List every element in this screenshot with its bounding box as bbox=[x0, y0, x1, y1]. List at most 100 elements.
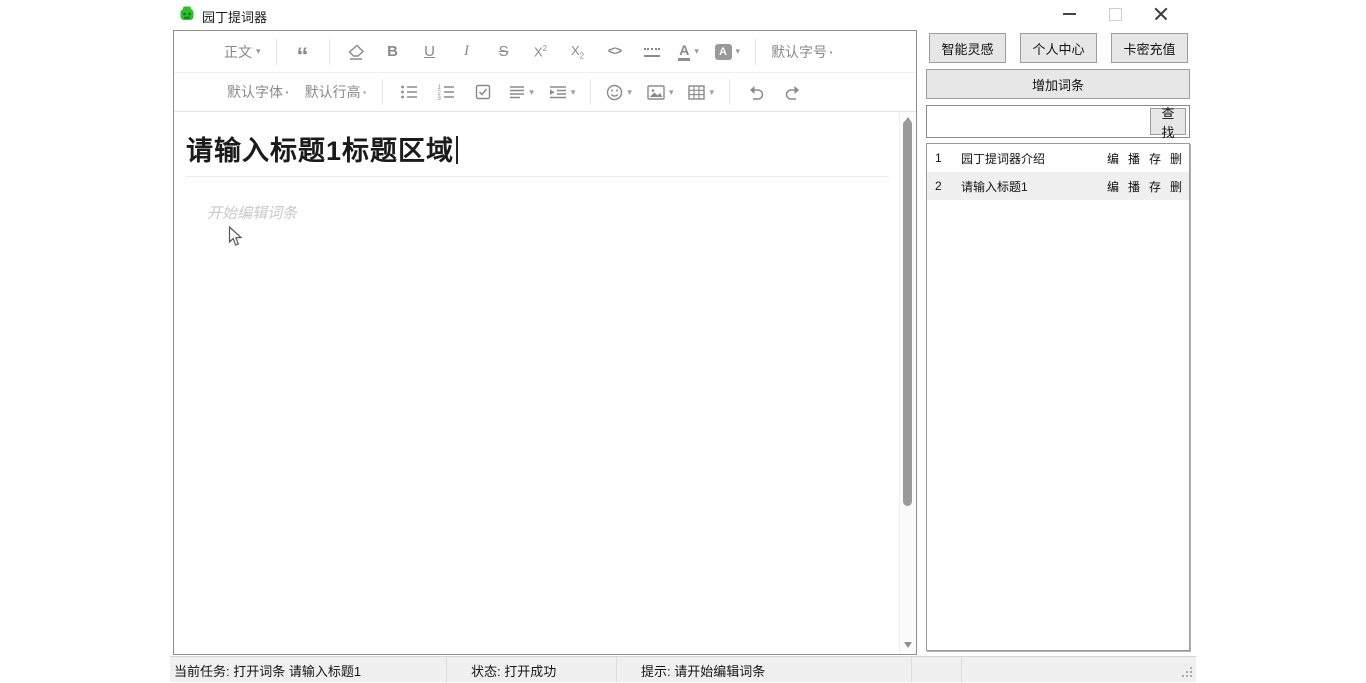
add-entry-button[interactable]: 增加词条 bbox=[926, 69, 1190, 99]
task-list-button[interactable] bbox=[472, 79, 494, 105]
entry-row-1[interactable]: 1 园丁提词器介绍 编 播 存 删 bbox=[927, 144, 1189, 172]
superscript-icon: X2 bbox=[534, 44, 547, 59]
emoji-dropdown[interactable]: ▾ bbox=[606, 79, 632, 105]
save-action[interactable]: 存 bbox=[1149, 150, 1161, 167]
strikethrough-icon: S bbox=[499, 43, 509, 60]
align-icon bbox=[509, 85, 525, 99]
emoji-icon bbox=[606, 84, 623, 101]
play-action[interactable]: 播 bbox=[1128, 178, 1140, 195]
bold-button[interactable]: B bbox=[382, 39, 404, 65]
window-title: 园丁提词器 bbox=[202, 7, 267, 26]
clear-format-button[interactable] bbox=[345, 39, 367, 65]
smart-inspiration-button[interactable]: 智能灵感 bbox=[929, 33, 1006, 63]
checkbox-icon bbox=[475, 84, 491, 100]
indent-dropdown[interactable]: ▾ bbox=[549, 79, 576, 105]
ordered-list-button[interactable]: 123 bbox=[435, 79, 457, 105]
redo-icon bbox=[784, 84, 802, 100]
italic-icon: I bbox=[464, 43, 469, 60]
paragraph-style-dropdown[interactable]: 正文 ▾ bbox=[224, 39, 261, 65]
minimize-button[interactable] bbox=[1046, 1, 1092, 27]
table-dropdown[interactable]: ▾ bbox=[688, 79, 714, 105]
status-current-task: 当前任务: 打开词条 请输入标题1 bbox=[170, 657, 447, 682]
status-hint: 提示: 请开始编辑词条 bbox=[617, 657, 912, 682]
find-button[interactable]: 查找 bbox=[1150, 108, 1186, 135]
delete-action[interactable]: 删 bbox=[1170, 178, 1182, 195]
eraser-icon bbox=[347, 44, 365, 60]
underline-icon: U bbox=[424, 43, 435, 60]
chevron-down-icon: ▾ bbox=[627, 87, 632, 98]
personal-center-button[interactable]: 个人中心 bbox=[1020, 33, 1097, 63]
blockquote-button[interactable]: “ bbox=[292, 34, 314, 70]
subscript-icon: X2 bbox=[571, 43, 584, 61]
app-window: 园丁提词器 正文 ▾ “ bbox=[170, 0, 1196, 683]
subscript-button[interactable]: X2 bbox=[567, 39, 589, 65]
entry-index: 2 bbox=[927, 179, 955, 193]
sidebar: 智能灵感 个人中心 卡密充值 增加词条 查找 1 园丁提词器介绍 编 播 存 删… bbox=[925, 30, 1191, 655]
resize-grip[interactable] bbox=[1190, 675, 1192, 677]
redo-button[interactable] bbox=[782, 79, 804, 105]
edit-action[interactable]: 编 bbox=[1107, 150, 1119, 167]
bold-icon: B bbox=[387, 43, 398, 60]
image-dropdown[interactable]: ▾ bbox=[647, 79, 674, 105]
indent-icon bbox=[549, 85, 567, 99]
italic-button[interactable]: I bbox=[456, 39, 478, 65]
play-action[interactable]: 播 bbox=[1128, 150, 1140, 167]
underline-button[interactable]: U bbox=[419, 39, 441, 65]
background-color-dropdown[interactable]: A ▾ bbox=[715, 39, 741, 65]
search-input[interactable] bbox=[927, 106, 1145, 137]
toolbar-separator bbox=[276, 39, 277, 65]
title-divider bbox=[186, 176, 889, 177]
chevron-down-icon: ▾ bbox=[736, 46, 741, 57]
minimize-icon bbox=[1063, 13, 1076, 15]
close-icon bbox=[1154, 7, 1168, 21]
code-button[interactable]: <> bbox=[604, 39, 626, 65]
blockquote-icon: “ bbox=[297, 52, 309, 62]
entry-title: 请输入标题1 bbox=[955, 178, 1107, 195]
chevron-down-icon: ▾ bbox=[709, 87, 714, 98]
background-color-icon: A bbox=[715, 44, 732, 60]
dropdown-dot-icon: · bbox=[363, 84, 368, 100]
entry-actions: 编 播 存 删 bbox=[1107, 150, 1189, 167]
status-bar: 当前任务: 打开词条 请输入标题1 状态: 打开成功 提示: 请开始编辑词条 bbox=[170, 656, 1196, 682]
editor-content-area[interactable]: 请输入标题1标题区域 开始编辑词条 bbox=[174, 112, 899, 654]
entry-row-2[interactable]: 2 请输入标题1 编 播 存 删 bbox=[927, 172, 1189, 200]
font-color-dropdown[interactable]: A ▾ bbox=[678, 39, 700, 65]
chevron-down-icon: ▾ bbox=[669, 87, 674, 98]
dropdown-dot-icon: · bbox=[829, 44, 834, 60]
window-controls bbox=[1046, 1, 1184, 27]
status-empty-segment bbox=[962, 657, 1196, 682]
horizontal-rule-icon bbox=[644, 46, 660, 57]
chevron-down-icon: ▾ bbox=[571, 87, 576, 98]
bullet-list-button[interactable] bbox=[398, 79, 420, 105]
toolbar-row-1: 正文 ▾ “ B U I S X2 X2 <> bbox=[174, 31, 916, 73]
font-size-dropdown[interactable]: 默认字号 · bbox=[771, 39, 834, 65]
document-title[interactable]: 请输入标题1标题区域 bbox=[186, 134, 889, 168]
align-dropdown[interactable]: ▾ bbox=[509, 79, 534, 105]
card-recharge-button[interactable]: 卡密充值 bbox=[1111, 33, 1188, 63]
font-family-dropdown[interactable]: 默认字体 · bbox=[227, 79, 290, 105]
editor-scrollbar[interactable] bbox=[899, 112, 916, 653]
editor-placeholder: 开始编辑词条 bbox=[207, 202, 889, 223]
scrollbar-thumb[interactable] bbox=[903, 120, 912, 506]
edit-action[interactable]: 编 bbox=[1107, 178, 1119, 195]
undo-icon bbox=[747, 84, 765, 100]
line-height-dropdown[interactable]: 默认行高 · bbox=[305, 79, 368, 105]
scroll-down-icon[interactable] bbox=[904, 642, 912, 648]
editor-toolbar: 正文 ▾ “ B U I S X2 X2 <> bbox=[174, 31, 916, 112]
toolbar-separator bbox=[382, 79, 383, 105]
maximize-button[interactable] bbox=[1092, 1, 1138, 27]
ordered-list-icon: 123 bbox=[437, 84, 455, 100]
sidebar-top-buttons: 智能灵感 个人中心 卡密充值 bbox=[929, 33, 1188, 63]
mouse-pointer-icon bbox=[228, 226, 243, 247]
save-action[interactable]: 存 bbox=[1149, 178, 1161, 195]
close-button[interactable] bbox=[1138, 1, 1184, 27]
maximize-icon bbox=[1109, 8, 1122, 21]
superscript-button[interactable]: X2 bbox=[530, 39, 552, 65]
bullet-list-icon bbox=[400, 84, 418, 100]
toolbar-separator bbox=[590, 79, 591, 105]
undo-button[interactable] bbox=[745, 79, 767, 105]
text-cursor bbox=[456, 136, 458, 164]
delete-action[interactable]: 删 bbox=[1170, 150, 1182, 167]
strikethrough-button[interactable]: S bbox=[493, 39, 515, 65]
horizontal-rule-button[interactable] bbox=[641, 39, 663, 65]
